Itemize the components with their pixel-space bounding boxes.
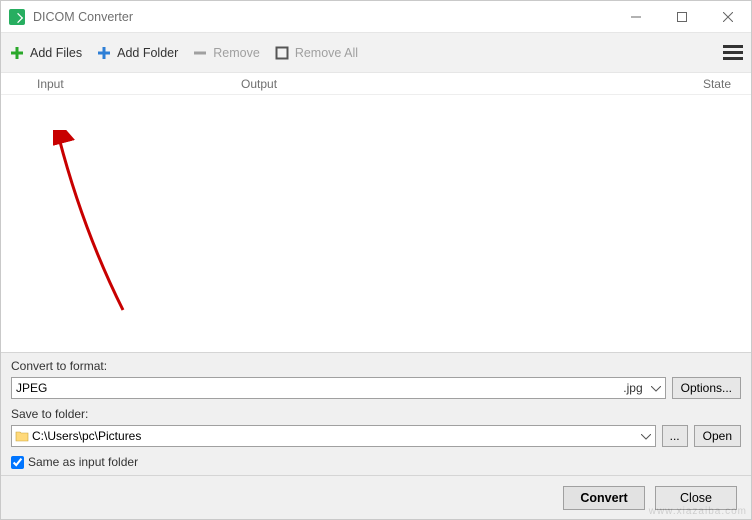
same-as-input-label: Same as input folder [28,455,138,469]
app-icon [9,9,25,25]
add-folder-label: Add Folder [117,46,178,60]
plus-icon [96,45,112,61]
remove-label: Remove [213,46,260,60]
remove-button[interactable]: Remove [192,45,260,61]
add-files-label: Add Files [30,46,82,60]
annotation-arrow [53,130,153,330]
settings-panel: Convert to format: JPEG .jpg Options... … [1,352,751,475]
close-button-label: Close [680,491,712,505]
file-list[interactable] [1,95,751,352]
browse-label: ... [670,429,680,443]
minus-icon [192,45,208,61]
close-window-button[interactable] [705,1,751,33]
format-select[interactable]: JPEG .jpg [11,377,666,399]
format-name: JPEG [16,381,47,395]
col-input: Input [1,77,201,91]
same-as-input-input[interactable] [11,456,24,469]
plus-icon [9,45,25,61]
chevron-down-icon [651,381,661,395]
convert-button-label: Convert [580,491,627,505]
convert-button[interactable]: Convert [563,486,645,510]
browse-button[interactable]: ... [662,425,688,447]
close-button[interactable]: Close [655,486,737,510]
column-header: Input Output State [1,73,751,95]
minimize-button[interactable] [613,1,659,33]
col-state: State [671,77,751,91]
title-bar: DICOM Converter [1,1,751,33]
add-files-button[interactable]: Add Files [9,45,82,61]
format-ext: .jpg [623,381,642,395]
window-title: DICOM Converter [33,10,133,24]
open-button[interactable]: Open [694,425,741,447]
menu-button[interactable] [723,45,743,60]
chevron-down-icon [641,429,651,443]
same-as-input-checkbox[interactable]: Same as input folder [11,455,741,469]
open-label: Open [703,429,732,443]
add-folder-button[interactable]: Add Folder [96,45,178,61]
options-button[interactable]: Options... [672,377,741,399]
square-icon [274,45,290,61]
maximize-button[interactable] [659,1,705,33]
options-label: Options... [681,381,732,395]
footer: Convert Close [1,475,751,519]
convert-label: Convert to format: [11,359,741,373]
remove-all-label: Remove All [295,46,358,60]
remove-all-button[interactable]: Remove All [274,45,358,61]
toolbar: Add Files Add Folder Remove Remove All [1,33,751,73]
col-output: Output [201,77,671,91]
folder-path: C:\Users\pc\Pictures [32,429,141,443]
folder-select[interactable]: C:\Users\pc\Pictures [11,425,656,447]
folder-icon [12,426,32,446]
save-label: Save to folder: [11,407,741,421]
